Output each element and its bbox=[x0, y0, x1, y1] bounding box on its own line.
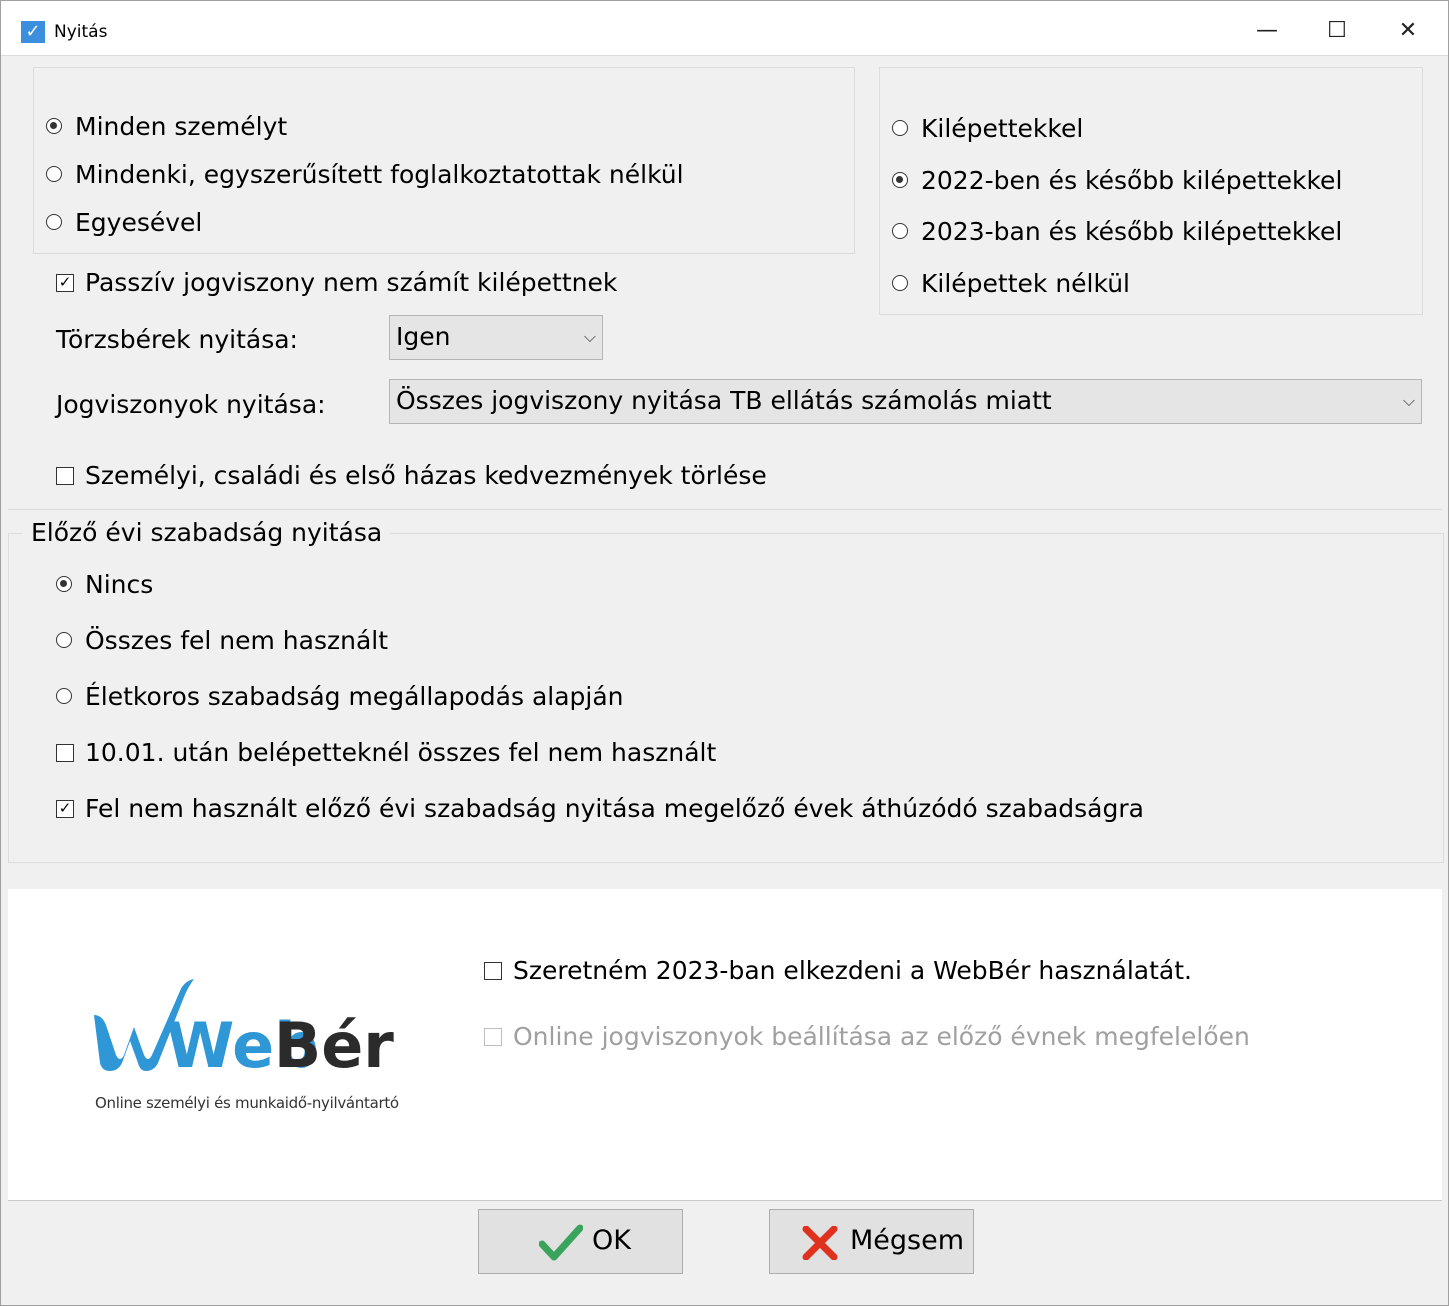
close-button[interactable]: ✕ bbox=[1385, 9, 1431, 53]
maximize-button[interactable]: ☐ bbox=[1314, 9, 1360, 53]
checkbox-indicator bbox=[484, 962, 502, 980]
radio-indicator bbox=[56, 632, 72, 648]
jogviszonyok-select[interactable]: Összes jogviszony nyitása TB ellátás szá… bbox=[389, 379, 1422, 424]
svg-text:Bér: Bér bbox=[274, 1009, 394, 1071]
webber-panel: Web Bér Online személyi és munkaidő-nyil… bbox=[8, 889, 1442, 1201]
person-scope-group: Minden személyt Mindenki, egyszerűsített… bbox=[33, 67, 855, 254]
checkbox-indicator: ✓ bbox=[56, 800, 74, 818]
checkbox-indicator bbox=[484, 1028, 502, 1046]
title-bar: ✓ Nyitás — ☐ ✕ bbox=[1, 1, 1448, 56]
webber-tagline: Online személyi és munkaidő-nyilvántartó bbox=[95, 1094, 399, 1112]
radio-indicator bbox=[892, 275, 908, 291]
radio-indicator bbox=[892, 120, 908, 136]
chevron-down-icon: ⌵ bbox=[1402, 391, 1415, 410]
leavers-group: Kilépettekkel 2022-ben és később kilépet… bbox=[879, 67, 1423, 315]
radio-indicator bbox=[892, 172, 908, 188]
torzsberek-label: Törzsbérek nyitása: bbox=[56, 325, 298, 354]
checkbox-indicator: ✓ bbox=[56, 274, 74, 292]
webber-logo: Web Bér bbox=[88, 971, 418, 1082]
x-icon bbox=[802, 1226, 838, 1260]
minimize-button[interactable]: — bbox=[1244, 9, 1290, 53]
radio-indicator bbox=[892, 223, 908, 239]
ok-button[interactable]: OK bbox=[478, 1209, 683, 1274]
radio-indicator bbox=[56, 576, 72, 592]
radio-indicator bbox=[56, 688, 72, 704]
window-title: Nyitás bbox=[54, 22, 108, 42]
chevron-down-icon: ⌵ bbox=[583, 327, 596, 346]
radio-indicator bbox=[46, 118, 62, 134]
vacation-legend: Előző évi szabadság nyitása bbox=[23, 516, 391, 550]
webber-logo-icon: Web Bér bbox=[94, 979, 394, 1082]
radio-indicator bbox=[46, 166, 62, 182]
jogviszonyok-label: Jogviszonyok nyitása: bbox=[56, 390, 326, 419]
torzsberek-select[interactable]: Igen ⌵ bbox=[389, 315, 603, 360]
check-icon bbox=[539, 1224, 583, 1261]
divider bbox=[8, 509, 1442, 510]
checkbox-indicator bbox=[56, 744, 74, 762]
checkbox-indicator bbox=[56, 467, 74, 485]
check-icon: ✓ bbox=[21, 21, 45, 43]
dialog-window: ✓ Nyitás — ☐ ✕ Minden személyt Mindenki,… bbox=[0, 0, 1449, 1306]
cancel-button[interactable]: Mégsem bbox=[769, 1209, 974, 1274]
radio-indicator bbox=[46, 214, 62, 230]
